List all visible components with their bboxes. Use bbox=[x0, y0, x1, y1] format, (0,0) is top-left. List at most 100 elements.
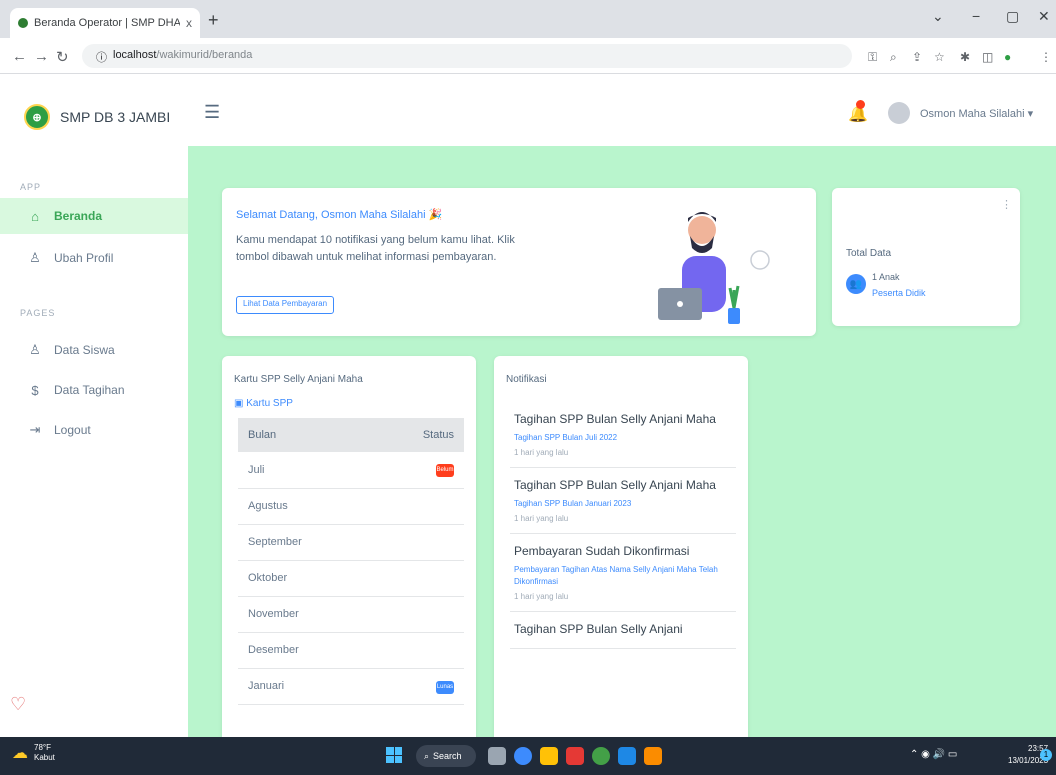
total-label[interactable]: Peserta Didik bbox=[872, 288, 926, 298]
file-explorer-icon[interactable] bbox=[488, 747, 506, 765]
bookmark-star-icon[interactable]: ☆ bbox=[934, 50, 945, 64]
sidebar-item-beranda[interactable]: ⌂ Beranda bbox=[0, 198, 188, 234]
sidebar-item-label: Ubah Profil bbox=[54, 251, 114, 265]
month-cell: November bbox=[238, 596, 372, 633]
sidebar: ⊕ SMP DB 3 JAMBI APP ⌂ Beranda ♙ Ubah Pr… bbox=[0, 74, 188, 737]
weather-widget[interactable]: ☁ 78°F Kabut bbox=[12, 743, 55, 763]
status-badge: Belum bbox=[436, 464, 454, 478]
new-tab-button[interactable]: + bbox=[208, 10, 219, 31]
close-window-button[interactable]: ✕ bbox=[1038, 8, 1050, 25]
sidebar-item-data-tagihan[interactable]: $ Data Tagihan bbox=[0, 372, 188, 408]
brand-name: SMP DB 3 JAMBI bbox=[60, 109, 171, 125]
table-row: Desember bbox=[238, 632, 464, 669]
more-options-icon[interactable]: ⋮ bbox=[1001, 198, 1012, 211]
top-navbar: ☰ 🔔 Osmon Maha Silalahi ▾ bbox=[188, 74, 1056, 146]
welcome-text: Kamu mendapat 10 notifikasi yang belum k… bbox=[236, 234, 515, 263]
user-icon: ♙ bbox=[29, 342, 41, 357]
menu-header-pages: PAGES bbox=[20, 308, 56, 318]
brand[interactable]: ⊕ SMP DB 3 JAMBI bbox=[24, 104, 170, 130]
url-path: /wakimurid/beranda bbox=[156, 49, 253, 61]
spp-table: Bulan Status Juli Belum Agustus September Ok… bbox=[238, 418, 464, 705]
weather-condition: Kabut bbox=[34, 753, 55, 762]
menu-toggle-icon[interactable]: ☰ bbox=[204, 102, 220, 123]
spp-card-link[interactable]: ▣ Kartu SPP bbox=[234, 398, 293, 409]
status-cell bbox=[371, 632, 464, 669]
notifications-card: Notifikasi Tagihan SPP Bulan Selly Anjan… bbox=[494, 356, 748, 737]
back-icon[interactable]: ← bbox=[12, 48, 27, 65]
windows-taskbar: ☁ 78°F Kabut ⌕ Search ⌃ ◉ 🔊 ▭ 23:57 13/0… bbox=[0, 737, 1056, 775]
system-tray-icons[interactable]: ⌃ ◉ 🔊 ▭ bbox=[910, 749, 957, 760]
status-cell bbox=[371, 560, 464, 597]
reload-icon[interactable]: ↻ bbox=[56, 48, 69, 66]
profile-icon[interactable]: ● bbox=[1004, 50, 1011, 64]
user-icon: ♙ bbox=[29, 250, 41, 265]
notification-badge bbox=[856, 100, 865, 109]
folder-icon[interactable] bbox=[540, 747, 558, 765]
minimize-button[interactable]: − bbox=[972, 8, 980, 24]
browser-menu-icon[interactable]: ⋮ bbox=[1040, 50, 1052, 64]
notifications-title: Notifikasi bbox=[506, 374, 547, 385]
table-row: Januari Lunas bbox=[238, 668, 464, 705]
month-cell: Juli bbox=[238, 452, 372, 489]
notification-title: Tagihan SPP Bulan Selly Anjani Maha bbox=[514, 478, 716, 492]
edge-browser-icon[interactable] bbox=[514, 747, 532, 765]
notification-item[interactable]: Tagihan SPP Bulan Selly Anjani bbox=[510, 612, 736, 649]
status-cell bbox=[371, 596, 464, 633]
total-count: 1 Anak bbox=[872, 272, 900, 282]
favicon-icon bbox=[18, 18, 28, 28]
notification-item[interactable]: Tagihan SPP Bulan Selly Anjani Maha Tagih… bbox=[510, 468, 736, 534]
notification-center-badge[interactable]: 1 bbox=[1040, 749, 1052, 761]
start-button[interactable] bbox=[386, 747, 402, 763]
url-bar[interactable]: ⓘ localhost/wakimurid/beranda bbox=[82, 44, 852, 68]
table-row: November bbox=[238, 596, 464, 633]
month-cell: Januari bbox=[238, 668, 372, 705]
weather-icon: ☁ bbox=[12, 745, 28, 762]
zoom-icon[interactable]: ⌕ bbox=[890, 50, 897, 65]
avatar[interactable] bbox=[888, 102, 910, 124]
logout-icon: ⇥ bbox=[29, 422, 41, 437]
store-icon[interactable] bbox=[618, 747, 636, 765]
info-icon[interactable]: ⓘ bbox=[96, 49, 107, 64]
card-icon: ▣ bbox=[234, 398, 247, 409]
debug-icon[interactable]: ♡ bbox=[10, 694, 26, 715]
notification-description: Pembayaran Tagihan Atas Nama Selly Anjan… bbox=[514, 565, 718, 586]
spp-link-label: Kartu SPP bbox=[246, 398, 293, 409]
tab-search-icon[interactable]: ⌄ bbox=[932, 8, 944, 25]
notification-item[interactable]: Tagihan SPP Bulan Selly Anjani Maha Tagih… bbox=[510, 402, 736, 468]
chrome-icon[interactable] bbox=[592, 747, 610, 765]
url-host: localhost bbox=[113, 49, 157, 61]
app: ⊕ SMP DB 3 JAMBI APP ⌂ Beranda ♙ Ubah Pr… bbox=[0, 74, 1056, 737]
school-logo-icon: ⊕ bbox=[24, 104, 50, 130]
sidebar-item-data-siswa[interactable]: ♙ Data Siswa bbox=[0, 332, 188, 368]
app-icon-red[interactable] bbox=[566, 747, 584, 765]
forward-icon[interactable]: → bbox=[34, 48, 49, 65]
view-payment-button[interactable]: Lihat Data Pembayaran bbox=[236, 296, 335, 314]
notification-time: 1 hari yang lalu bbox=[514, 448, 569, 457]
dollar-icon: $ bbox=[31, 382, 39, 398]
sidebar-item-logout[interactable]: ⇥ Logout bbox=[0, 412, 188, 448]
browser-tab-bar: Beranda Operator | SMP DHARM x + ⌄ − ▢ ✕ bbox=[0, 0, 1056, 38]
restore-button[interactable]: ▢ bbox=[1006, 8, 1019, 25]
sidebar-item-ubah-profil[interactable]: ♙ Ubah Profil bbox=[0, 240, 188, 276]
notification-time: 1 hari yang lalu bbox=[514, 514, 569, 523]
table-row: Oktober bbox=[238, 560, 464, 597]
notification-item[interactable]: Pembayaran Sudah Dikonfirmasi Pembayaran … bbox=[510, 534, 736, 612]
browser-tab[interactable]: Beranda Operator | SMP DHARM x bbox=[10, 8, 200, 38]
man-with-laptop-illustration bbox=[658, 212, 770, 324]
sidebar-item-label: Beranda bbox=[54, 209, 103, 223]
user-menu[interactable]: Osmon Maha Silalahi ▾ bbox=[920, 107, 1033, 120]
status-cell: Belum bbox=[371, 452, 464, 489]
key-icon[interactable]: ⚿ bbox=[868, 50, 877, 65]
share-icon[interactable]: ⇪ bbox=[912, 50, 922, 64]
spp-card-title: Kartu SPP Selly Anjani Maha bbox=[234, 374, 363, 385]
tab-close-icon[interactable]: x bbox=[186, 16, 192, 30]
total-data-card: ⋮ Total Data 👥 1 Anak Peserta Didik bbox=[832, 188, 1020, 326]
sidepanel-icon[interactable]: ◫ bbox=[982, 50, 993, 64]
extensions-icon[interactable]: ✱ bbox=[960, 50, 970, 64]
main-content: Selamat Datang, Osmon Maha Silalahi 🎉 Ka… bbox=[188, 146, 1056, 737]
menu-header-app: APP bbox=[20, 182, 42, 192]
search-icon: ⌕ bbox=[424, 750, 430, 761]
taskbar-search[interactable]: ⌕ Search bbox=[416, 745, 476, 767]
month-cell: Oktober bbox=[238, 560, 372, 597]
app-icon-orange[interactable] bbox=[644, 747, 662, 765]
